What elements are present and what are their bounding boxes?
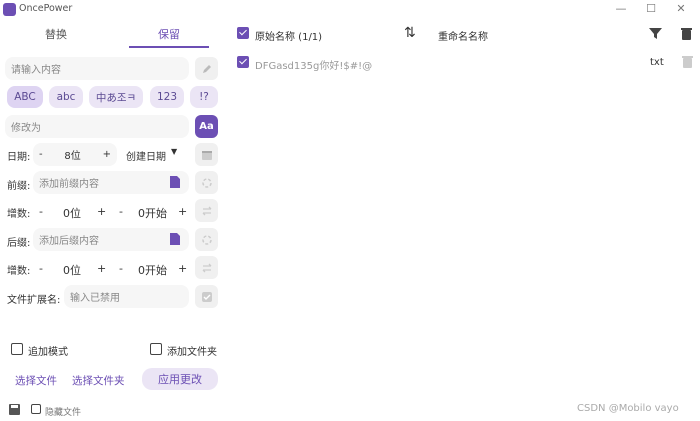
extension-label: 文件扩展名: — [7, 295, 61, 306]
swap-icon — [202, 206, 211, 215]
prefix-input[interactable]: 添加前缀内容 — [33, 171, 189, 194]
chip-symbols[interactable]: !? — [190, 86, 218, 108]
refresh-icon — [201, 177, 212, 188]
select-files-button[interactable]: 选择文件 — [15, 373, 57, 388]
swap-button[interactable] — [195, 256, 218, 279]
increment-digits-plus[interactable]: + — [97, 205, 106, 218]
suffix-input[interactable]: 添加后缀内容 — [33, 228, 189, 251]
date-label: 日期: — [7, 152, 31, 163]
title-bar: OncePower — ☐ ✕ — [0, 0, 700, 20]
increment-start-minus[interactable]: - — [119, 205, 123, 218]
app-logo-icon — [3, 3, 16, 16]
tab-replace[interactable]: 替换 — [6, 26, 106, 48]
row-extension: txt — [650, 57, 664, 68]
status-bar: 隐藏文件 CSDN @Mobilo vayo — [0, 400, 700, 421]
trash-icon[interactable] — [681, 27, 692, 43]
row-checkbox[interactable] — [237, 56, 249, 68]
date-digits-value: 8位 — [64, 151, 81, 162]
increment-start-value: 0开始 — [138, 207, 167, 220]
active-tab-indicator — [129, 46, 209, 48]
date-digits-stepper[interactable]: - 8位 + — [33, 143, 117, 166]
increment-label: 增数: — [7, 266, 31, 277]
swap-icon — [202, 263, 211, 272]
select-folder-button[interactable]: 选择文件夹 — [72, 373, 125, 388]
chevron-down-icon[interactable]: ▼ — [171, 147, 177, 156]
file-list-header: 原始名称 (1/1) ⇅ 重命名名称 — [228, 20, 700, 50]
close-button[interactable]: ✕ — [673, 2, 689, 16]
chip-uppercase[interactable]: ABC — [7, 86, 43, 108]
date-minus-button[interactable]: - — [39, 149, 43, 160]
original-name-header: 原始名称 (1/1) — [255, 32, 323, 43]
suffix-label: 后缀: — [7, 238, 31, 249]
increment-label: 增数: — [7, 209, 31, 220]
increment-digits-value: 0位 — [63, 264, 81, 277]
app-title: OncePower — [19, 3, 73, 14]
extension-confirm-button[interactable] — [195, 285, 218, 308]
date-type-select[interactable]: 创建日期 — [126, 148, 166, 163]
chip-cjk[interactable]: 中あ조ㅋ — [89, 86, 143, 108]
chip-digits[interactable]: 123 — [150, 86, 184, 108]
select-all-checkbox[interactable] — [237, 27, 249, 39]
row-trash-icon[interactable] — [682, 55, 693, 71]
calendar-icon — [201, 150, 212, 160]
table-row[interactable]: DFGasd135g你好!$#!@ txt — [228, 52, 700, 74]
append-mode-checkbox[interactable] — [11, 343, 23, 355]
file-icon[interactable] — [170, 176, 180, 191]
increment-digits-minus[interactable]: - — [39, 262, 43, 275]
save-icon[interactable] — [9, 404, 20, 418]
tab-keep[interactable]: 保留 — [119, 26, 219, 48]
file-icon[interactable] — [170, 233, 180, 248]
prefix-label: 前缀: — [7, 181, 31, 192]
increment-start-value: 0开始 — [138, 264, 167, 277]
calendar-button[interactable] — [195, 143, 218, 166]
increment-digits-plus[interactable]: + — [97, 262, 106, 275]
extension-input[interactable]: 输入已禁用 — [64, 285, 189, 308]
maximize-button[interactable]: ☐ — [643, 2, 659, 16]
check-icon — [201, 291, 212, 302]
append-mode-label: 追加模式 — [28, 347, 68, 358]
renamed-name-header: 重命名名称 — [438, 32, 488, 43]
refresh-button[interactable] — [195, 228, 218, 251]
content-input[interactable]: 请输入内容 — [5, 57, 189, 80]
date-plus-button[interactable]: + — [103, 149, 111, 160]
case-toggle-button[interactable]: Aa — [195, 115, 218, 138]
apply-changes-button[interactable]: 应用更改 — [142, 368, 218, 390]
swap-button[interactable] — [195, 199, 218, 222]
increment-digits-minus[interactable]: - — [39, 205, 43, 218]
increment-start-minus[interactable]: - — [119, 262, 123, 275]
increment-start-plus[interactable]: + — [178, 262, 187, 275]
row-original-name: DFGasd135g你好!$#!@ — [255, 61, 373, 72]
filter-icon[interactable] — [649, 27, 662, 43]
watermark: CSDN @Mobilo vayo — [577, 403, 679, 414]
increment-start-plus[interactable]: + — [178, 205, 187, 218]
hide-files-label: 隐藏文件 — [45, 408, 82, 418]
rename-input[interactable]: 修改为 — [5, 115, 189, 138]
minimize-button[interactable]: — — [613, 2, 629, 16]
add-folder-checkbox[interactable] — [150, 343, 162, 355]
pencil-icon — [202, 64, 211, 73]
edit-button[interactable] — [195, 57, 218, 80]
add-folder-label: 添加文件夹 — [167, 347, 217, 358]
refresh-icon — [201, 234, 212, 245]
refresh-button[interactable] — [195, 171, 218, 194]
increment-digits-value: 0位 — [63, 207, 81, 220]
hide-files-checkbox[interactable] — [31, 404, 41, 414]
sort-icon[interactable]: ⇅ — [404, 25, 416, 41]
chip-lowercase[interactable]: abc — [49, 86, 83, 108]
